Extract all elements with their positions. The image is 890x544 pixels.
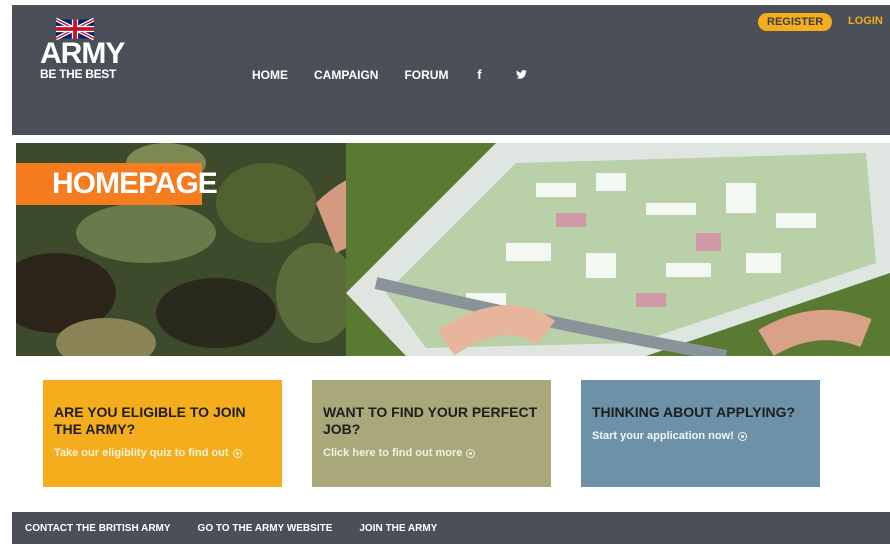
eligibility-card[interactable]: ARE YOU ELIGIBLE TO JOIN THE ARMY? Take …	[43, 380, 282, 487]
main-nav: HOME CAMPAIGN FORUM f	[252, 67, 558, 82]
find-job-card[interactable]: WANT TO FIND YOUR PERFECT JOB? Click her…	[312, 380, 551, 487]
card-link-label: Start your application now!	[592, 430, 734, 442]
logo-wordmark: ARMY	[40, 37, 125, 70]
logo-tagline: BE THE BEST	[40, 67, 117, 81]
apply-card[interactable]: THINKING ABOUT APPLYING? Start your appl…	[581, 380, 820, 487]
army-logo[interactable]: ARMY BE THE BEST	[40, 17, 130, 87]
facebook-icon[interactable]: f	[474, 67, 484, 82]
nav-home[interactable]: HOME	[252, 68, 288, 82]
site-header: ARMY BE THE BEST HOME CAMPAIGN FORUM f R…	[12, 5, 890, 135]
page-title: HOMEPAGE	[16, 163, 218, 205]
footer-join-link[interactable]: JOIN THE ARMY	[359, 523, 437, 534]
find-out-more-link[interactable]: Click here to find out more	[323, 447, 539, 459]
register-button[interactable]: REGISTER	[758, 13, 833, 31]
card-link-label: Click here to find out more	[323, 447, 463, 459]
nav-forum[interactable]: FORUM	[404, 68, 448, 82]
start-application-link[interactable]: Start your application now!	[592, 430, 808, 442]
twitter-icon[interactable]	[516, 67, 528, 82]
arrow-circle-icon	[466, 448, 476, 458]
footer-contact-link[interactable]: CONTACT THE BRITISH ARMY	[25, 523, 171, 534]
card-link-label: Take our eligiblity quiz to find out	[54, 447, 229, 459]
card-title: THINKING ABOUT APPLYING?	[592, 404, 796, 420]
arrow-circle-icon	[737, 431, 747, 441]
site-footer: CONTACT THE BRITISH ARMY GO TO THE ARMY …	[12, 512, 890, 544]
arrow-circle-icon	[232, 448, 242, 458]
hero-map-image	[346, 143, 890, 356]
nav-campaign[interactable]: CAMPAIGN	[314, 68, 378, 82]
login-link[interactable]: LOGIN	[848, 15, 883, 27]
twitter-bird-icon	[516, 69, 528, 79]
card-title: WANT TO FIND YOUR PERFECT JOB?	[323, 404, 538, 437]
hero-banner: HOMEPAGE	[16, 143, 890, 356]
eligibility-quiz-link[interactable]: Take our eligiblity quiz to find out	[54, 447, 270, 459]
card-title: ARE YOU ELIGIBLE TO JOIN THE ARMY?	[54, 404, 246, 437]
footer-army-website-link[interactable]: GO TO THE ARMY WEBSITE	[198, 523, 333, 534]
